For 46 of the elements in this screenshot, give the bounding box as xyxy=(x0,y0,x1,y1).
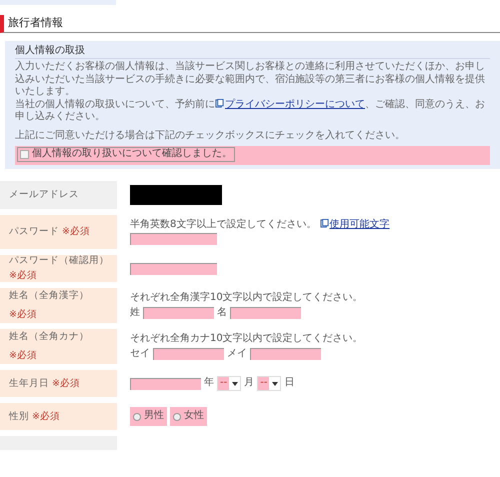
unit-label: 月 xyxy=(244,377,254,390)
radio-option[interactable]: 男性 xyxy=(130,407,167,426)
input-field[interactable] xyxy=(143,306,214,319)
field-label: パスワード xyxy=(9,226,59,238)
field-label: 生年月日 xyxy=(9,378,49,390)
required-mark: ※必須 xyxy=(9,350,37,362)
required-mark: ※必須 xyxy=(9,270,37,282)
privacy-text: 入力いただくお客様の個人情報は、当該サービス関しお客様との連絡に利用させていただくほか、お申し込みいただいた当該サービスの手続きに必要な範囲内で、宿泊施設等の第三者にお客様の個人情報を提供いたします。 xyxy=(15,61,486,98)
day-select[interactable]: -- xyxy=(257,376,282,391)
input-field[interactable] xyxy=(130,262,217,274)
unit-label: 日 xyxy=(284,377,294,390)
field-label: 姓名（全角漢字） xyxy=(9,290,89,302)
required-mark: ※必須 xyxy=(62,226,90,238)
required-mark: ※必須 xyxy=(9,309,37,321)
hint-text: それぞれ全角漢字10文字以内で設定してください。 xyxy=(130,292,363,304)
field-label: 性別 xyxy=(9,410,29,422)
caret-icon xyxy=(232,382,238,386)
field-label: パスワード（確認用） xyxy=(9,255,109,267)
hint-text: 半角英数8文字以上で設定してください。 xyxy=(130,218,316,230)
input-field[interactable] xyxy=(230,306,301,319)
caret-icon xyxy=(272,382,278,386)
privacy-policy-link[interactable]: プライバシーポリシーについて xyxy=(215,98,365,110)
input-field[interactable] xyxy=(130,233,217,245)
field-prefix: 名 xyxy=(217,306,227,319)
allowed-characters-link[interactable]: 使用可能文字 xyxy=(320,218,390,230)
field-prefix: セイ xyxy=(130,348,150,360)
input-field[interactable] xyxy=(153,348,224,360)
field-label: 姓名（全角カナ） xyxy=(9,331,89,343)
policy-text: 当社の個人情報の取扱いについて、予約前に プライバシーポリシーについて、ご確認、同意のうえ、お申し込みください。 xyxy=(15,98,486,124)
field-prefix: 姓 xyxy=(130,306,140,319)
privacy-title: 個人情報の取扱 xyxy=(15,44,490,60)
instruction-text: 上記にご同意いただける場合は下記のチェックボックスにチェックを入れてください。 xyxy=(15,130,406,142)
unit-label: 年 xyxy=(204,377,214,390)
month-select[interactable]: -- xyxy=(217,376,242,391)
field-label: メールアドレス xyxy=(9,188,79,200)
year-field[interactable] xyxy=(130,378,201,390)
section-heading: 旅行者情報 xyxy=(0,15,500,33)
radio-option[interactable]: 女性 xyxy=(170,407,207,426)
document-icon xyxy=(215,98,224,108)
input-field[interactable] xyxy=(250,348,321,360)
document-icon xyxy=(320,218,329,228)
required-mark: ※必須 xyxy=(52,378,80,390)
field-prefix: メイ xyxy=(227,348,247,360)
consent-checkbox[interactable]: 個人情報の取り扱いについて確認しました。 xyxy=(17,147,235,162)
hint-text: それぞれ全角カナ10文字以内で設定してください。 xyxy=(130,333,363,346)
required-mark: ※必須 xyxy=(32,410,60,422)
